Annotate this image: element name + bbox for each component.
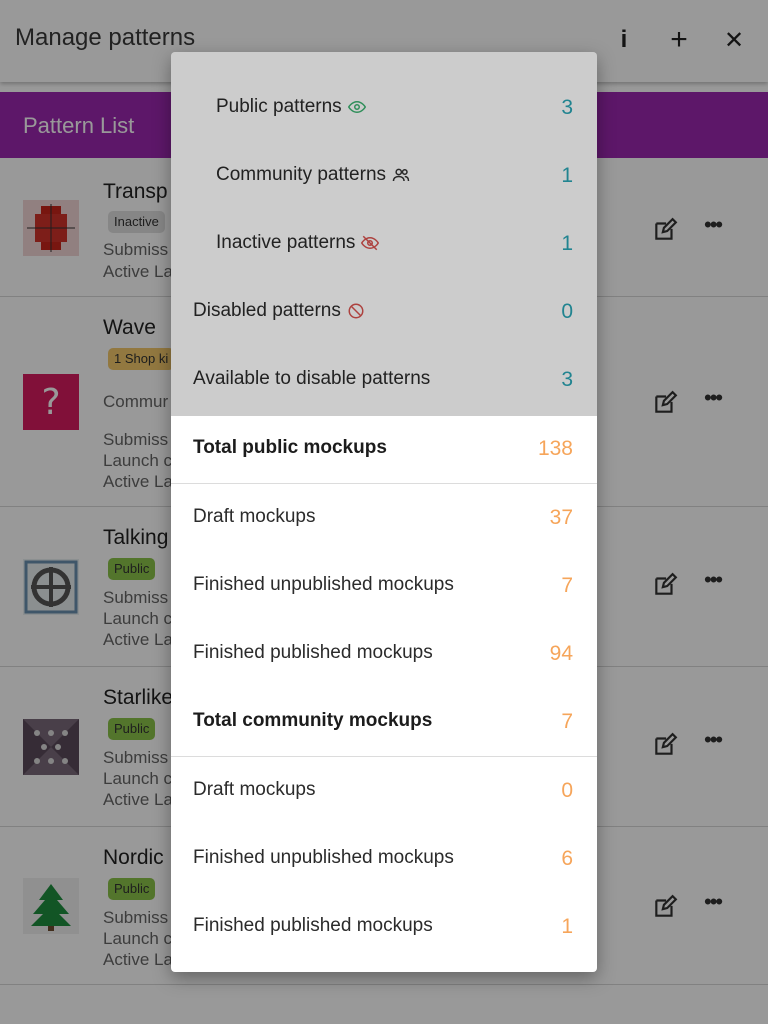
stat-finished-published-mockups: Finished published mockups 94: [171, 620, 597, 688]
stat-label: Total public mockups: [193, 437, 387, 458]
stat-finished-unpublished-mockups: Finished unpublished mockups 7: [171, 552, 597, 620]
stat-value: 7: [561, 574, 573, 597]
stat-total-public-mockups: Total public mockups 138: [171, 415, 597, 484]
stat-value: 6: [561, 847, 573, 870]
stat-value: 7: [561, 710, 573, 733]
popup-dimmed-section: [171, 52, 597, 416]
stat-community-draft-mockups: Draft mockups 0: [171, 757, 597, 825]
stat-value: 1: [561, 915, 573, 938]
stat-label: Draft mockups: [193, 506, 316, 527]
stat-value: 94: [549, 642, 573, 665]
stat-total-community-mockups: Total community mockups 7: [171, 688, 597, 757]
stat-label: Total community mockups: [193, 710, 433, 731]
stat-draft-mockups: Draft mockups 37: [171, 484, 597, 552]
stat-label: Finished unpublished mockups: [193, 574, 454, 595]
stat-label: Finished unpublished mockups: [193, 847, 454, 868]
stat-label: Draft mockups: [193, 779, 316, 800]
stat-label: Finished published mockups: [193, 642, 433, 663]
stat-value: 37: [549, 506, 573, 529]
stat-community-finished-unpublished-mockups: Finished unpublished mockups 6: [171, 825, 597, 893]
pattern-statistics-popup: Public patterns 3 Community patterns 1 I…: [171, 52, 597, 972]
stat-value: 138: [537, 437, 573, 460]
stat-value: 0: [561, 779, 573, 802]
stat-community-finished-published-mockups: Finished published mockups 1: [171, 893, 597, 961]
stat-label: Finished published mockups: [193, 915, 433, 936]
